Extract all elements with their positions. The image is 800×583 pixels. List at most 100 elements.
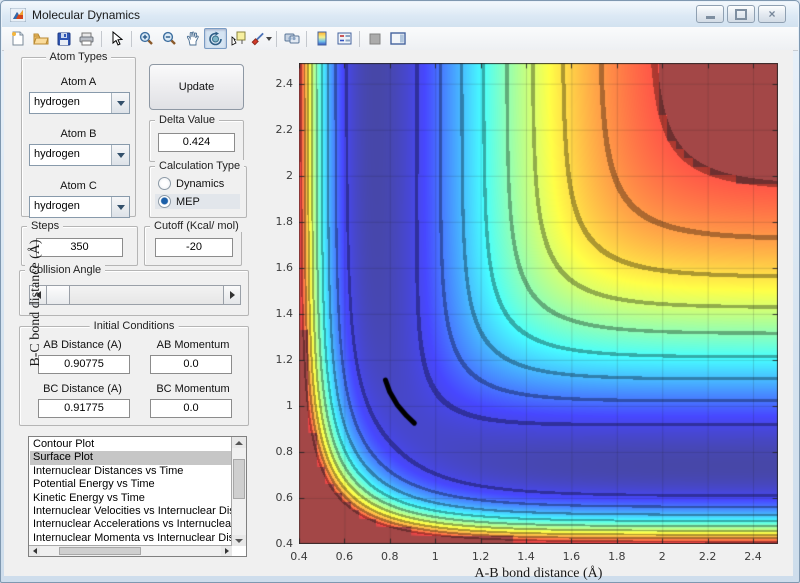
rotate-3d-icon <box>208 31 223 46</box>
collision-angle-slider[interactable] <box>29 285 241 305</box>
data-cursor-icon <box>231 31 246 46</box>
x-tick-label: 1.6 <box>556 550 586 563</box>
insert-legend-button[interactable] <box>333 28 356 49</box>
list-item[interactable]: Internuclear Accelerations vs Internucle… <box>30 518 231 531</box>
list-item[interactable]: Contour Plot <box>30 438 231 451</box>
vertical-scroll-thumb[interactable] <box>233 459 245 499</box>
brush-icon <box>251 31 265 46</box>
scroll-down-arrow[interactable] <box>232 535 246 546</box>
dynamics-radio-row[interactable]: Dynamics <box>155 176 240 191</box>
ab-distance-label: AB Distance (A) <box>30 339 135 351</box>
printer-icon <box>79 32 94 46</box>
vertical-scrollbar[interactable] <box>231 437 246 546</box>
bc-momentum-field[interactable]: 0.0 <box>150 399 232 418</box>
x-tick-label: 0.4 <box>284 550 314 563</box>
toolbar-separator <box>359 31 360 47</box>
slider-thumb[interactable] <box>47 286 70 304</box>
link-plot-button[interactable] <box>280 28 303 49</box>
y-tick-label: 0.4 <box>263 537 293 550</box>
x-tick-label: 0.8 <box>375 550 405 563</box>
save-figure-button[interactable] <box>52 28 75 49</box>
dynamics-radio[interactable] <box>158 177 171 190</box>
delta-value-panel: Delta Value 0.424 <box>149 120 244 162</box>
zoom-in-icon <box>139 31 154 46</box>
list-item[interactable]: Potential Energy vs Time <box>30 478 231 491</box>
toolbar-separator <box>276 31 277 47</box>
x-tick-label: 2.4 <box>738 550 768 563</box>
zoom-out-icon <box>162 31 177 46</box>
update-button[interactable]: Update <box>149 64 244 110</box>
x-tick-label: 1.2 <box>466 550 496 563</box>
zoom-in-button[interactable] <box>135 28 158 49</box>
y-tick-label: 0.6 <box>263 491 293 504</box>
y-tick-label: 0.8 <box>263 445 293 458</box>
open-file-button[interactable] <box>29 28 52 49</box>
initial-conditions-panel: Initial Conditions AB Distance (A) AB Mo… <box>19 326 249 426</box>
brush-data-button[interactable] <box>250 28 273 49</box>
y-tick-label: 2 <box>263 169 293 182</box>
show-plot-tools-button[interactable] <box>386 28 409 49</box>
insert-colorbar-button[interactable] <box>310 28 333 49</box>
bc-momentum-label: BC Momentum <box>148 383 238 395</box>
slider-right-arrow[interactable] <box>223 286 240 304</box>
atom-c-dropdown[interactable]: hydrogen <box>29 196 130 218</box>
rotate-3d-button[interactable] <box>204 28 227 49</box>
bc-distance-field[interactable]: 0.91775 <box>38 399 130 418</box>
dropdown-arrow-icon[interactable] <box>111 93 129 113</box>
x-axis-label: A-B bond distance (Å) <box>299 566 778 582</box>
toolbar-separator <box>306 31 307 47</box>
atom-b-dropdown[interactable]: hydrogen <box>29 144 130 166</box>
ab-distance-field[interactable]: 0.90775 <box>38 355 130 374</box>
show-plot-tools-dock-icon <box>390 32 406 45</box>
restore-button[interactable] <box>727 5 755 23</box>
title-bar[interactable]: Molecular Dynamics × <box>2 2 798 27</box>
figure-toolbar <box>2 27 798 51</box>
list-item[interactable]: Internuclear Distances vs Time <box>30 465 231 478</box>
cutoff-field[interactable]: -20 <box>155 238 233 257</box>
dropdown-arrow-icon[interactable] <box>111 197 129 217</box>
atom-a-dropdown[interactable]: hydrogen <box>29 92 130 114</box>
list-item[interactable]: Surface Plot <box>30 451 231 464</box>
mep-radio[interactable] <box>158 195 171 208</box>
dropdown-arrow-icon[interactable] <box>111 145 129 165</box>
mep-radio-row[interactable]: MEP <box>155 194 240 209</box>
print-figure-button[interactable] <box>75 28 98 49</box>
cursor-arrow-icon <box>111 31 123 46</box>
hide-plot-tools-button[interactable] <box>363 28 386 49</box>
horizontal-scrollbar[interactable] <box>29 545 232 556</box>
x-tick-label: 1 <box>420 550 450 563</box>
list-item[interactable]: Kinetic Energy vs Time <box>30 492 231 505</box>
steps-field[interactable]: 350 <box>36 238 123 257</box>
cutoff-panel: Cutoff (Kcal/ mol) -20 <box>144 226 242 266</box>
collision-angle-panel: Collision Angle <box>19 270 249 316</box>
zoom-out-button[interactable] <box>158 28 181 49</box>
x-tick-label: 1.8 <box>602 550 632 563</box>
hide-plot-tools-icon <box>369 33 381 45</box>
new-document-icon <box>11 31 25 46</box>
legend-icon <box>337 32 352 45</box>
contour-plot-canvas[interactable] <box>299 63 778 544</box>
pan-button[interactable] <box>181 28 204 49</box>
list-item[interactable]: Internuclear Velocities vs Internuclear … <box>30 505 231 518</box>
new-figure-button[interactable] <box>6 28 29 49</box>
plot-type-listbox[interactable]: Contour Plot Surface Plot Internuclear D… <box>28 436 247 557</box>
x-tick-label: 1.4 <box>511 550 541 563</box>
list-item[interactable]: Internuclear Momenta vs Internuclear Dis… <box>30 532 231 545</box>
atom-a-label: Atom A <box>22 76 135 88</box>
data-cursor-button[interactable] <box>227 28 250 49</box>
scroll-right-arrow[interactable] <box>221 546 232 556</box>
minimize-button[interactable] <box>696 5 724 23</box>
close-button[interactable]: × <box>758 5 786 23</box>
delta-value-field[interactable]: 0.424 <box>158 133 235 152</box>
brush-dropdown-caret[interactable] <box>266 37 272 41</box>
scroll-left-arrow[interactable] <box>29 546 40 556</box>
horizontal-scroll-thumb[interactable] <box>59 547 141 555</box>
scroll-up-arrow[interactable] <box>232 437 246 448</box>
atom-b-label: Atom B <box>22 128 135 140</box>
colorbar-icon <box>316 31 328 46</box>
y-tick-label: 2.2 <box>263 123 293 136</box>
edit-plot-button[interactable] <box>105 28 128 49</box>
ab-momentum-field[interactable]: 0.0 <box>150 355 232 374</box>
cutoff-title: Cutoff (Kcal/ mol) <box>150 220 243 232</box>
atom-c-label: Atom C <box>22 180 135 192</box>
